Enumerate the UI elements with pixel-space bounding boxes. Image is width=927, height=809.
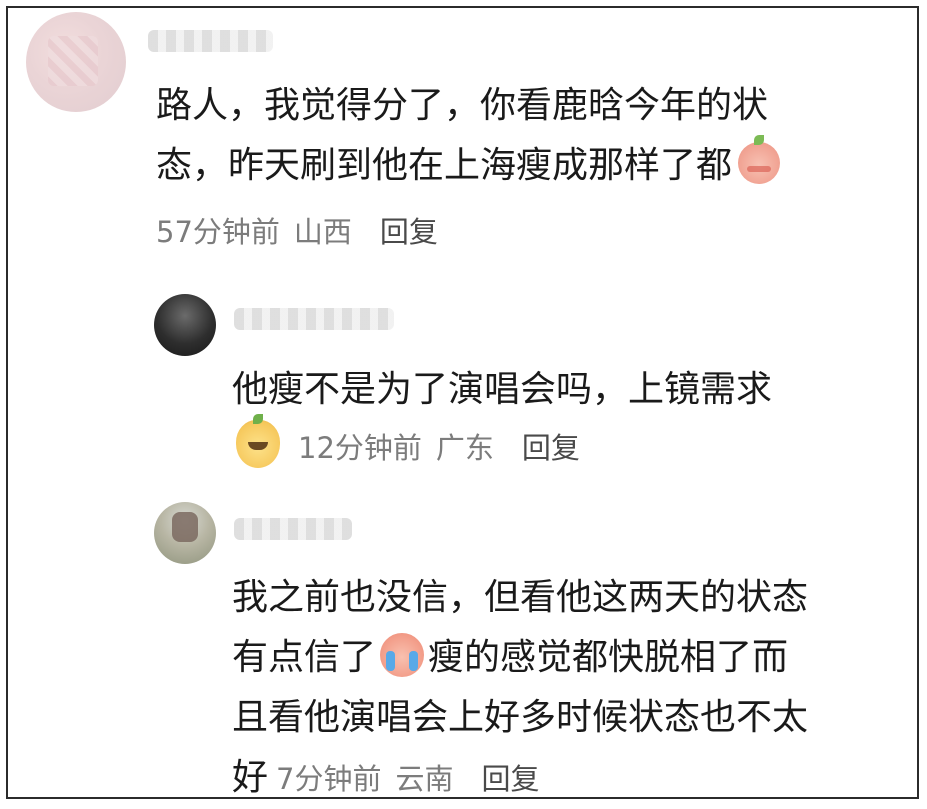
reply-button[interactable]: 回复 [380, 215, 438, 249]
commenter-avatar[interactable] [26, 12, 126, 112]
blush-emoji-icon [738, 135, 781, 184]
reply-2-avatar[interactable] [154, 502, 216, 564]
reply-2-line-1: 我之前也没信，但看他这两天的状态 [232, 577, 809, 618]
comment-time: 57分钟前 [156, 215, 280, 249]
reply-1-meta: 12分钟前 广东 回复 [298, 428, 580, 468]
reply-1-name-blurred[interactable] [234, 308, 394, 330]
reply-1-text: 他瘦不是为了演唱会吗，上镜需求 [232, 369, 773, 410]
comment-line-1: 路人，我觉得分了，你看鹿晗今年的状 [156, 85, 769, 126]
comment-location: 山西 [293, 215, 352, 249]
reply-2-line-2a: 有点信了 [232, 637, 377, 678]
reply-2-line-2: 有点信了 瘦的感觉都快脱相了而 [232, 628, 912, 688]
reply-2-reply-button[interactable]: 回复 [481, 762, 539, 796]
dog-emoji-icon [236, 414, 280, 468]
commenter-name-blurred[interactable] [148, 30, 273, 52]
reply-2-line-4: 好 7分钟前 云南 回复 [232, 748, 912, 809]
comment-line-2-text: 态，昨天刷到他在上海瘦成那样了都 [156, 145, 733, 186]
comment-meta: 57分钟前 山西 回复 [156, 212, 438, 252]
reply-2-text: 我之前也没信，但看他这两天的状态 有点信了 瘦的感觉都快脱相了而 且看他演唱会上好… [232, 568, 912, 809]
reply-2-line-3: 且看他演唱会上好多时候状态也不太 [232, 697, 809, 738]
reply-2-line-2b: 瘦的感觉都快脱相了而 [428, 637, 789, 678]
reply-2-name-blurred[interactable] [234, 518, 352, 540]
comment-thread: 路人，我觉得分了，你看鹿晗今年的状 态，昨天刷到他在上海瘦成那样了都 57分钟前… [6, 6, 919, 799]
reply-2-location: 云南 [395, 762, 454, 796]
reply-1-time: 12分钟前 [298, 431, 422, 465]
reply-1-location: 广东 [435, 431, 494, 465]
reply-2-line-4-text: 好 [232, 757, 269, 798]
reply-1-reply-button[interactable]: 回复 [522, 431, 580, 465]
crying-emoji-icon [380, 633, 425, 677]
reply-2-time: 7分钟前 [276, 762, 382, 796]
reply-1-avatar[interactable] [154, 294, 216, 356]
comment-text: 路人，我觉得分了，你看鹿晗今年的状 态，昨天刷到他在上海瘦成那样了都 [156, 76, 896, 196]
comment-line-2: 态，昨天刷到他在上海瘦成那样了都 [156, 135, 896, 196]
reply-2-meta: 7分钟前 云南 回复 [268, 762, 539, 796]
